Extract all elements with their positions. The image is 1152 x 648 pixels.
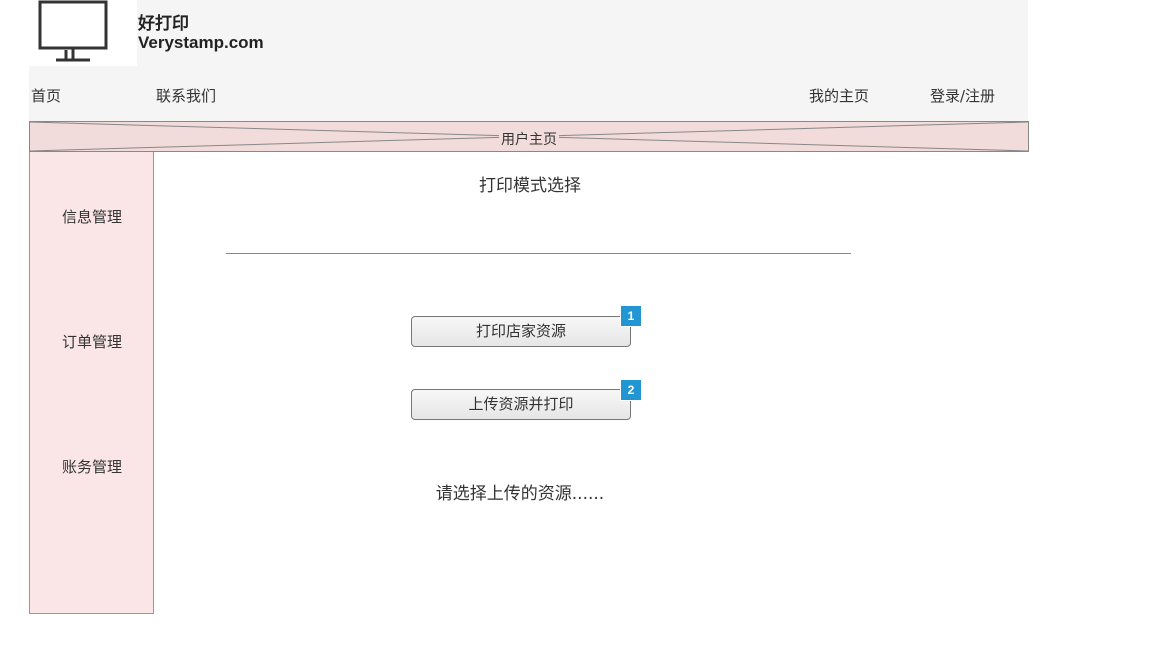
sidebar-item-orders[interactable]: 订单管理 [30,331,154,352]
nav-my-page[interactable]: 我的主页 [809,85,869,106]
page-banner: 用户主页 [29,121,1029,152]
site-header: 好打印 Verystamp.com 首页 联系我们 我的主页 登录/注册 [29,0,1028,121]
sidebar-item-info[interactable]: 信息管理 [30,206,154,227]
banner-label: 用户主页 [499,132,559,148]
nav-login[interactable]: 登录/注册 [930,85,995,106]
brand-domain: Verystamp.com [138,33,264,52]
monitor-icon [38,0,108,62]
upload-hint: 请选择上传的资源...... [435,484,605,504]
nav-home[interactable]: 首页 [31,85,61,106]
page: 好打印 Verystamp.com 首页 联系我们 我的主页 登录/注册 用户主… [0,0,1152,648]
page-title: 打印模式选择 [479,176,581,196]
sidebar: 信息管理 订单管理 账务管理 [29,152,154,614]
logo[interactable] [29,0,137,66]
upload-and-print-button[interactable]: 上传资源并打印 [411,389,631,420]
sidebar-item-accounts[interactable]: 账务管理 [30,456,154,477]
divider [226,253,851,254]
nav-contact[interactable]: 联系我们 [156,85,216,106]
brand-name: 好打印 [138,14,189,34]
step-badge-2: 2 [620,379,642,401]
print-shop-resource-button[interactable]: 打印店家资源 [411,316,631,347]
step-badge-1: 1 [620,305,642,327]
